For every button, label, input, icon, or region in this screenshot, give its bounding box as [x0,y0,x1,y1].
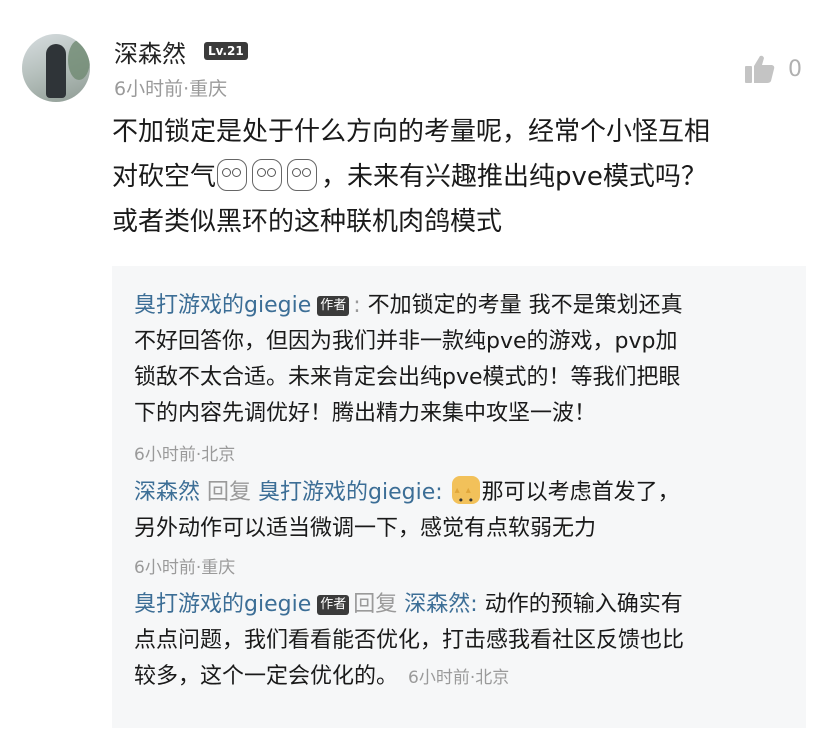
cat-emoji-icon [451,473,480,519]
comment-username[interactable]: 深森然 [114,34,186,69]
author-badge: 作者 [317,595,350,615]
reply-text: 动作的预输入确实有 [484,592,683,617]
emoji-icon [287,159,318,191]
reply-line: 点点问题，我们看看能否优化，打击感我看社区反馈也比 [134,628,685,653]
like-button[interactable]: 0 [744,54,802,84]
comment-line: 或者类似黑环的这种联机肉鸽模式 [112,207,503,237]
reply-meta: 6小时前·重庆 [134,558,236,578]
reply-author[interactable]: 臭打游戏的giegie [134,592,311,617]
reply-line: 臭打游戏的giegie 作者: 不加锁定的考量 我不是策划还真 [134,288,794,324]
reply-meta: 6小时前·北京 [134,445,236,465]
reply-line: 锁敌不太合适。未来肯定会出纯pve模式的！等我们把眼 [134,365,681,390]
replies-section: 臭打游戏的giegie 作者: 不加锁定的考量 我不是策划还真 不好回答你，但因为… [112,266,806,728]
reply-author[interactable]: 臭打游戏的giegie [134,293,311,318]
reply-item[interactable]: 臭打游戏的giegie 作者 回复 深森然: 动作的预输入确实有 点点问题，我们看看… [134,587,794,696]
comment-line: 不加锁定是处于什么方向的考量呢，经常个小怪互相 [112,117,711,147]
reply-item[interactable]: 深森然 回复 臭打游戏的giegie: 那可以考虑首发了， 另外动作可以适当微调… [134,473,794,547]
reply-line: 不好回答你，但因为我们并非一款纯pve的游戏，pvp加 [134,329,678,354]
emoji-icon [217,159,248,191]
comment-text: 不加锁定是处于什么方向的考量呢，经常个小怪互相 对砍空气 ，未来有兴趣推出纯pve… [112,110,812,245]
colon: : [353,293,368,318]
reply-text: 不加锁定的考量 我不是策划还真 [367,293,683,318]
like-count: 0 [788,56,802,82]
reply-line: 臭打游戏的giegie 作者 回复 深森然: 动作的预输入确实有 [134,587,794,623]
thumbs-up-icon [745,55,775,83]
reply-author[interactable]: 深森然 [134,480,200,505]
comment-text-segment: 对砍空气 [112,162,217,192]
emoji-icon [252,159,283,191]
avatar-figure [46,44,66,98]
reply-line: 深森然 回复 臭打游戏的giegie: 那可以考虑首发了， [134,473,794,519]
level-badge: Lv.21 [204,42,248,60]
reply-text: 较多，这个一定会优化的。 [134,664,399,689]
comment-text-segment: ，未来有兴趣推出纯pve模式吗？ [321,162,707,192]
reply-line: 下的内容先调优好！腾出精力来集中攻坚一波！ [134,401,597,426]
reply-meta: 6小时前·北京 [408,668,510,688]
reply-item[interactable]: 臭打游戏的giegie 作者: 不加锁定的考量 我不是策划还真 不好回答你，但因为… [134,288,794,432]
author-badge: 作者 [317,296,350,316]
reply-word: 回复 [207,480,252,505]
comment-meta: 6小时前·重庆 [114,78,228,100]
reply-target[interactable]: 深森然: [404,592,477,617]
reply-text: 那可以考虑首发了， [481,480,680,505]
avatar[interactable] [22,34,90,102]
reply-line: 较多，这个一定会优化的。 6小时前·北京 [134,659,794,696]
comment-line: 对砍空气 ，未来有兴趣推出纯pve模式吗？ [112,155,812,200]
reply-target[interactable]: 臭打游戏的giegie: [258,480,443,505]
reply-word: 回复 [353,592,398,617]
avatar-background [68,40,90,80]
